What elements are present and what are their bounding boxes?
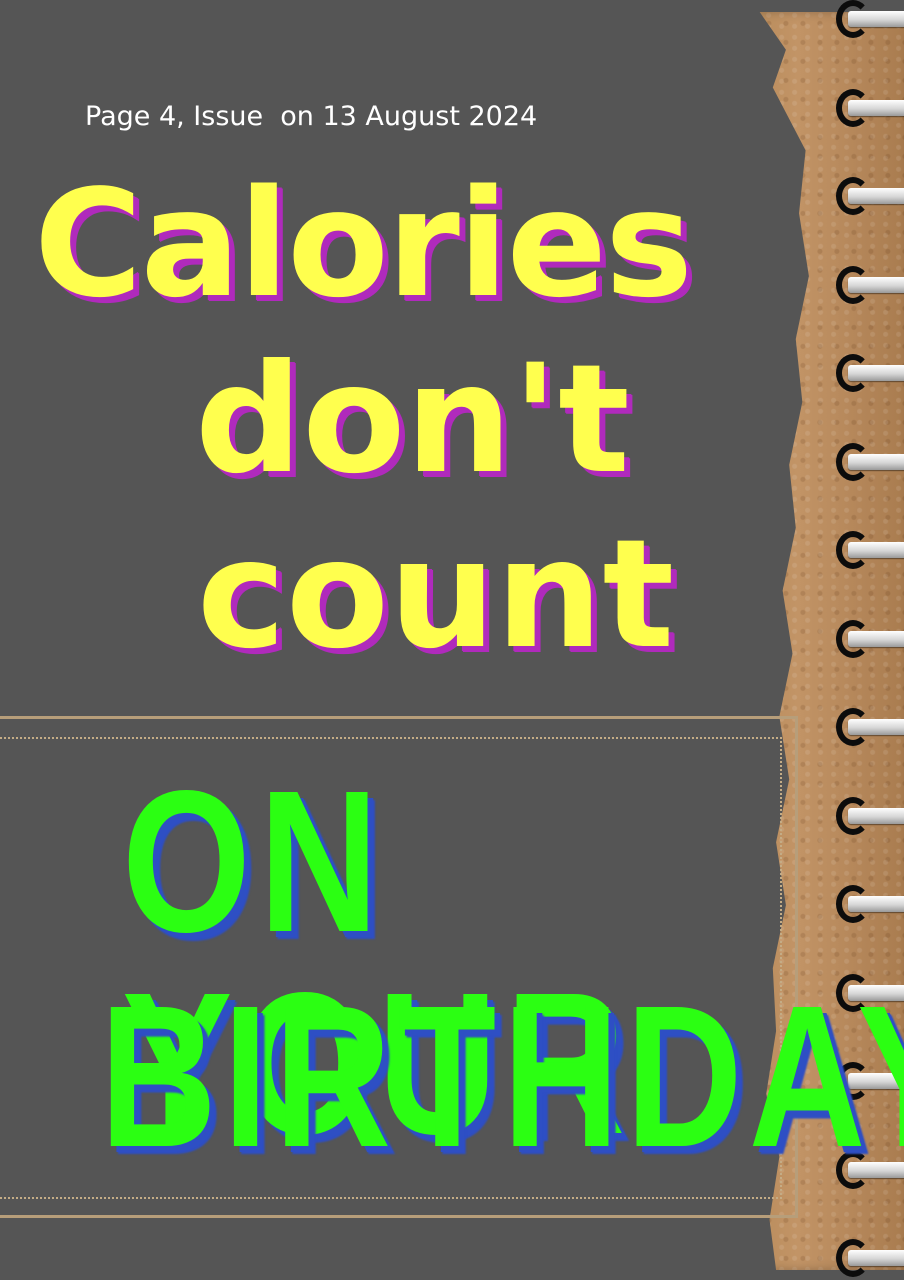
headline-line-1: Calories <box>34 158 693 330</box>
binding-wire <box>848 630 904 647</box>
headline-line-3: count <box>197 508 675 682</box>
binding-wire <box>848 453 904 470</box>
binding-wire <box>848 542 904 558</box>
binding-wire <box>848 188 904 204</box>
binding-wire <box>848 896 904 912</box>
binding-wire <box>848 1250 904 1266</box>
headline-line-2: don't <box>195 333 630 507</box>
binding-wire <box>848 99 904 116</box>
binding-wire <box>848 365 904 381</box>
subheadline-line-2: BIRTHDAY <box>100 963 904 1189</box>
binding-wire <box>848 276 904 293</box>
magazine-page: Page 4, Issue on 13 August 2024 Calories… <box>0 0 904 1280</box>
binding-wire <box>848 807 904 824</box>
binding-wire <box>848 11 904 27</box>
binding-wire <box>848 719 904 735</box>
issue-date-line: Page 4, Issue on 13 August 2024 <box>85 101 538 132</box>
